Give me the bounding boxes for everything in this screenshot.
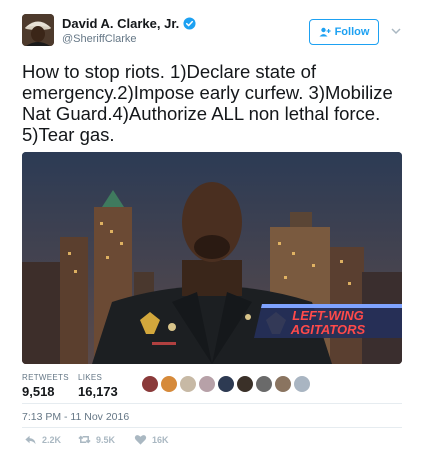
retweets-label: RETWEETS (22, 373, 69, 382)
retweets-value: 9,518 (22, 384, 55, 399)
liker-avatar[interactable] (161, 376, 177, 392)
reply-icon (25, 435, 36, 445)
likes-value: 16,173 (78, 384, 118, 399)
retweets-stat[interactable]: RETWEETS 9,518 (22, 373, 69, 399)
add-user-icon (319, 27, 331, 37)
divider (22, 403, 402, 404)
liker-avatars (142, 376, 310, 392)
follow-button[interactable]: Follow (309, 19, 379, 45)
liker-avatar[interactable] (180, 376, 196, 392)
liker-avatar[interactable] (218, 376, 234, 392)
liker-avatar[interactable] (199, 376, 215, 392)
tweet-line: 5)Tear gas. (22, 124, 115, 145)
likes-stat[interactable]: LIKES 16,173 (78, 373, 118, 399)
chevron-down-icon[interactable] (390, 26, 402, 36)
tweet-text: How to stop riots. 1)Declare state of em… (22, 61, 412, 145)
reply-count: 2.2K (42, 434, 62, 445)
follow-button-label: Follow (334, 26, 370, 38)
display-name[interactable]: David A. Clarke, Jr. (62, 16, 196, 31)
heart-icon (134, 435, 147, 445)
divider (22, 427, 402, 428)
handle[interactable]: @SheriffClarke (62, 33, 196, 45)
like-action[interactable]: 16K (134, 433, 169, 446)
tweet-media[interactable]: LEFT-WING AGITATORS (22, 152, 402, 364)
retweet-icon (78, 435, 91, 444)
tweet-actions: 2.2K 9.5K 16K (22, 433, 402, 449)
retweet-action[interactable]: 9.5K (78, 433, 115, 446)
liker-avatar[interactable] (294, 376, 310, 392)
liker-avatar[interactable] (256, 376, 272, 392)
tweet-line: How to stop riots. 1)Declare state of (22, 61, 317, 82)
tweet-header: David A. Clarke, Jr. @SheriffClarke Foll… (22, 14, 412, 54)
chyron-line2: AGITATORS (290, 322, 366, 337)
likes-label: LIKES (78, 373, 103, 382)
avatar[interactable] (22, 14, 54, 46)
liker-avatar[interactable] (275, 376, 291, 392)
display-name-text[interactable]: David A. Clarke, Jr. (62, 16, 179, 31)
reply-action[interactable]: 2.2K (24, 433, 61, 446)
profile-photo-icon (22, 14, 54, 46)
liker-avatar[interactable] (237, 376, 253, 392)
retweet-count: 9.5K (96, 434, 116, 445)
name-block: David A. Clarke, Jr. @SheriffClarke (62, 16, 196, 45)
video-frame-image: LEFT-WING AGITATORS (22, 152, 402, 364)
tweet-line: Nat Guard.4)Authorize ALL non lethal for… (22, 103, 381, 124)
liker-avatar[interactable] (142, 376, 158, 392)
timestamp[interactable]: 7:13 PM - 11 Nov 2016 (22, 411, 129, 423)
tweet-line: emergency.2)Impose early curfew. 3)Mobil… (22, 82, 393, 103)
chyron-line1: LEFT-WING (292, 308, 364, 323)
verified-badge-icon (183, 17, 196, 30)
like-count: 16K (152, 434, 169, 445)
